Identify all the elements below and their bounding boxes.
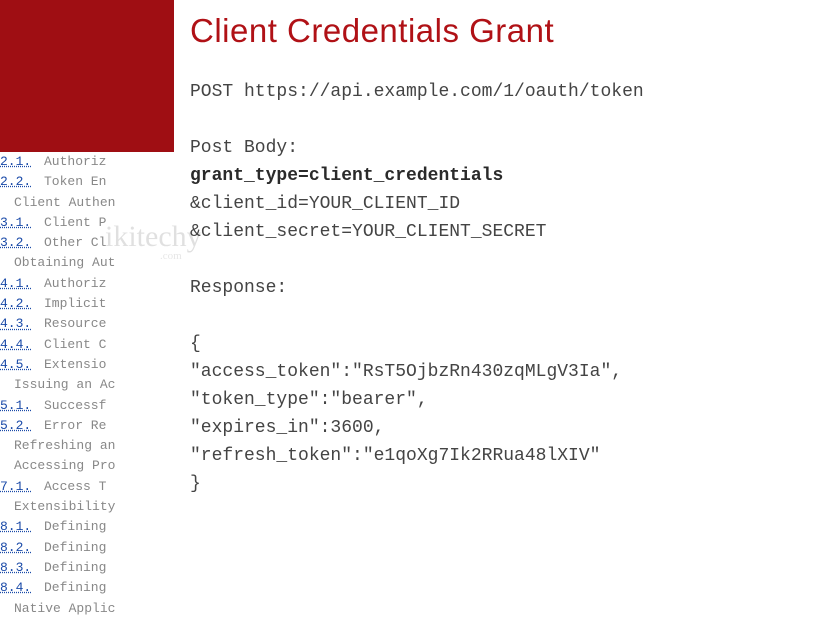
request-line: POST https://api.example.com/1/oauth/tok…	[190, 78, 806, 106]
response-label: Response:	[190, 274, 806, 302]
main-content: Client Credentials Grant POST https://ap…	[190, 12, 806, 563]
header-red-block	[0, 0, 174, 152]
toc-item-number: 4.1.	[0, 274, 44, 294]
toc-section-title: Obtaining Aut	[0, 253, 174, 273]
toc-item[interactable]: 4.5. Extensio	[0, 355, 174, 375]
response-json-line: "token_type":"bearer",	[190, 386, 806, 414]
toc-item-number: 8.2.	[0, 538, 44, 558]
toc-item[interactable]: 4.3. Resource	[0, 314, 174, 334]
page-title: Client Credentials Grant	[190, 12, 806, 50]
toc-item-text: Defining	[44, 558, 106, 578]
toc-item[interactable]: 2.2. Token En	[0, 172, 174, 192]
response-json-line: }	[190, 470, 806, 498]
toc-section-title: Extensibility	[0, 497, 174, 517]
toc-item[interactable]: 8.2. Defining	[0, 538, 174, 558]
toc-item-number: 5.1.	[0, 396, 44, 416]
toc-item[interactable]: 5.2. Error Re	[0, 416, 174, 436]
toc-item-text: Other Cl	[44, 233, 106, 253]
toc-item[interactable]: 4.1. Authoriz	[0, 274, 174, 294]
toc-item-number: 8.4.	[0, 578, 44, 598]
toc-item-number: 7.1.	[0, 477, 44, 497]
toc-item-text: Authoriz	[44, 152, 106, 172]
toc-item-text: Authoriz	[44, 274, 106, 294]
toc-item-number: 4.3.	[0, 314, 44, 334]
toc-item-number: 5.2.	[0, 416, 44, 436]
toc-item-text: Error Re	[44, 416, 106, 436]
toc-item-text: Defining	[44, 538, 106, 558]
toc-item-text: Defining	[44, 578, 106, 598]
toc-item[interactable]: 5.1. Successf	[0, 396, 174, 416]
toc-item-text: Resource	[44, 314, 106, 334]
toc-item-number: 4.4.	[0, 335, 44, 355]
toc-item-number: 8.1.	[0, 517, 44, 537]
response-json-line: "expires_in":3600,	[190, 414, 806, 442]
toc-item[interactable]: 8.4. Defining	[0, 578, 174, 598]
toc-item[interactable]: 7.1. Access T	[0, 477, 174, 497]
response-json-line: {	[190, 330, 806, 358]
toc-sidebar: 2.1. Authoriz2.2. Token EnClient Authen3…	[0, 152, 174, 619]
toc-item-text: Token En	[44, 172, 106, 192]
toc-item-number: 8.3.	[0, 558, 44, 578]
toc-item[interactable]: 4.4. Client C	[0, 335, 174, 355]
toc-item-text: Client C	[44, 335, 106, 355]
toc-item-number: 4.2.	[0, 294, 44, 314]
toc-item-number: 2.1.	[0, 152, 44, 172]
post-body-label: Post Body:	[190, 134, 806, 162]
toc-section-title: Issuing an Ac	[0, 375, 174, 395]
toc-item[interactable]: 8.3. Defining	[0, 558, 174, 578]
client-secret-line: &client_secret=YOUR_CLIENT_SECRET	[190, 218, 806, 246]
toc-item-text: Implicit	[44, 294, 106, 314]
toc-item-text: Successf	[44, 396, 106, 416]
toc-section-title: Client Authen	[0, 193, 174, 213]
toc-item-text: Extensio	[44, 355, 106, 375]
grant-type-line: grant_type=client_credentials	[190, 162, 806, 190]
toc-item[interactable]: 2.1. Authoriz	[0, 152, 174, 172]
toc-section-title: Refreshing an	[0, 436, 174, 456]
toc-item[interactable]: 3.2. Other Cl	[0, 233, 174, 253]
response-json-line: "access_token":"RsT5OjbzRn430zqMLgV3Ia",	[190, 358, 806, 386]
toc-item-number: 2.2.	[0, 172, 44, 192]
toc-item-number: 4.5.	[0, 355, 44, 375]
toc-item-text: Client P	[44, 213, 106, 233]
client-id-line: &client_id=YOUR_CLIENT_ID	[190, 190, 806, 218]
toc-item-text: Access T	[44, 477, 106, 497]
toc-item-number: 3.1.	[0, 213, 44, 233]
toc-item[interactable]: 8.1. Defining	[0, 517, 174, 537]
toc-section-title: Accessing Pro	[0, 456, 174, 476]
toc-item-number: 3.2.	[0, 233, 44, 253]
toc-item-text: Defining	[44, 517, 106, 537]
toc-section-title: Native Applic	[0, 599, 174, 619]
toc-item[interactable]: 3.1. Client P	[0, 213, 174, 233]
response-json-line: "refresh_token":"e1qoXg7Ik2RRua48lXIV"	[190, 442, 806, 470]
toc-item[interactable]: 4.2. Implicit	[0, 294, 174, 314]
